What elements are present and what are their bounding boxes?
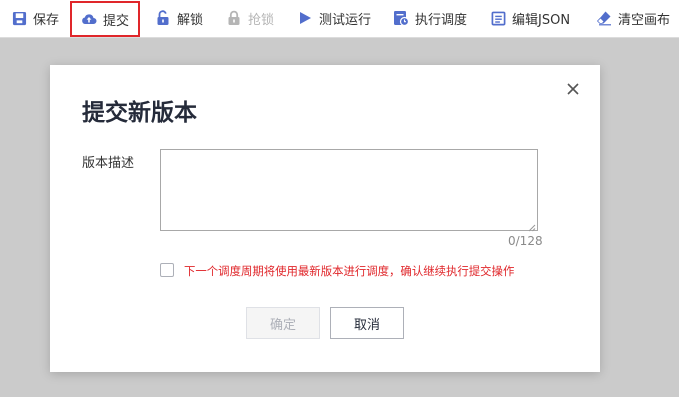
toolbar-grab-lock-button[interactable]: 抢锁 <box>226 6 274 30</box>
toolbar-save-label: 保存 <box>33 12 60 28</box>
save-icon <box>11 10 27 26</box>
toolbar-grab-lock-label: 抢锁 <box>248 12 275 28</box>
unlock-icon <box>155 10 171 26</box>
confirm-checkbox-label[interactable]: 下一个调度周期将使用最新版本进行调度，确认继续执行提交操作 <box>184 263 514 279</box>
toolbar: 保存 提交 解锁 抢锁 测试运行 执行调度 编辑JSON 清空画布 <box>0 0 679 38</box>
cloud-upload-icon <box>81 11 97 27</box>
toolbar-clear-canvas-label: 清空画布 <box>618 12 671 28</box>
toolbar-submit-button[interactable]: 提交 <box>69 1 141 37</box>
toolbar-edit-json-label: 编辑JSON <box>512 12 571 28</box>
play-icon <box>297 10 313 26</box>
version-description-input[interactable] <box>160 149 538 231</box>
toolbar-submit-label: 提交 <box>103 13 130 29</box>
schedule-icon <box>393 10 409 26</box>
toolbar-unlock-label: 解锁 <box>177 12 204 28</box>
submit-version-dialog: 提交新版本 版本描述 0/128 下一个调度周期将使用最新版本进行调度，确认继续… <box>50 65 600 372</box>
toolbar-clear-canvas-button[interactable]: 清空画布 <box>596 6 670 30</box>
confirm-button[interactable]: 确定 <box>246 307 320 339</box>
toolbar-schedule-button[interactable]: 执行调度 <box>393 6 467 30</box>
toolbar-schedule-label: 执行调度 <box>415 12 468 28</box>
char-counter: 0/128 <box>508 234 543 248</box>
close-icon[interactable] <box>566 82 580 96</box>
toolbar-edit-json-button[interactable]: 编辑JSON <box>490 6 570 30</box>
lock-icon <box>226 10 242 26</box>
toolbar-test-run-button[interactable]: 测试运行 <box>297 6 371 30</box>
page: 保存 提交 解锁 抢锁 测试运行 执行调度 编辑JSON 清空画布 提交新版本 … <box>0 0 679 397</box>
json-edit-icon <box>490 10 506 26</box>
version-description-label: 版本描述 <box>82 156 135 171</box>
toolbar-save-button[interactable]: 保存 <box>11 6 59 30</box>
cancel-button[interactable]: 取消 <box>330 307 404 339</box>
eraser-icon <box>596 10 612 26</box>
toolbar-test-run-label: 测试运行 <box>319 12 372 28</box>
toolbar-unlock-button[interactable]: 解锁 <box>155 6 203 30</box>
dialog-title: 提交新版本 <box>82 100 197 126</box>
confirm-checkbox[interactable] <box>160 263 174 277</box>
